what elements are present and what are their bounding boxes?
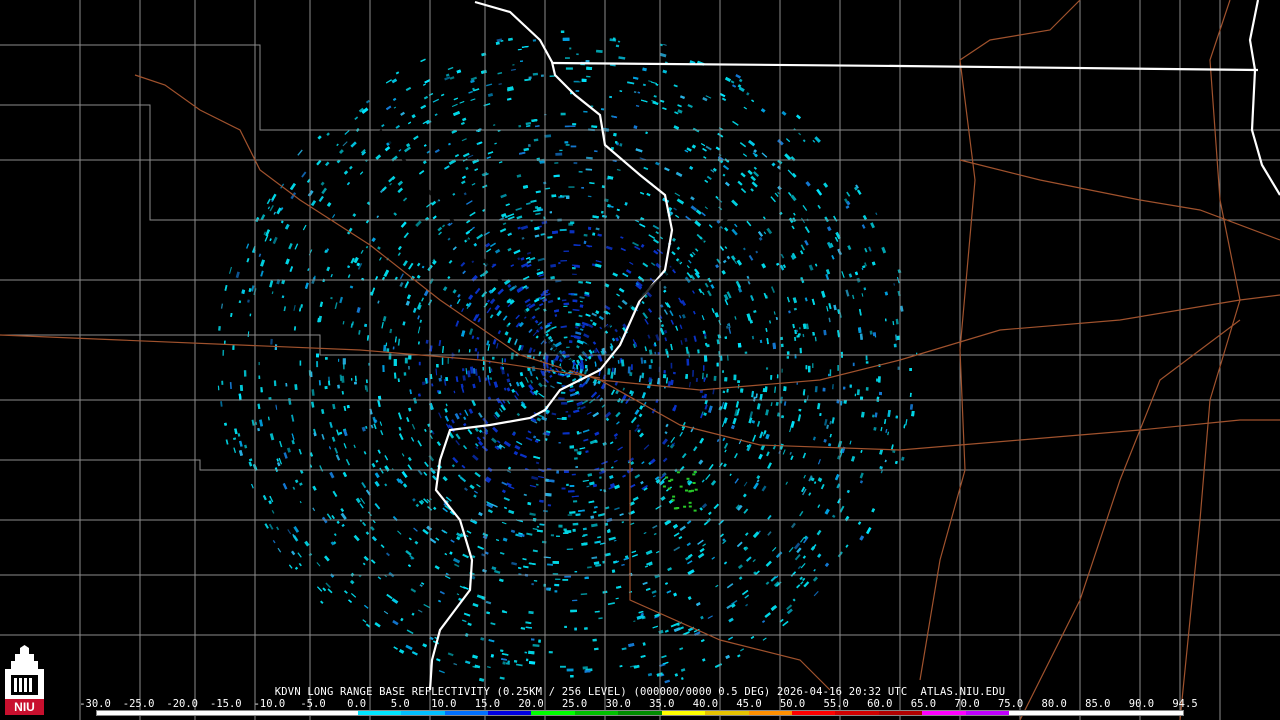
colorbar-segment xyxy=(97,711,141,715)
legend-tick: 90.0 xyxy=(1128,698,1155,710)
legend-tick: 80.0 xyxy=(1041,698,1067,710)
legend-tick: -15.0 xyxy=(209,698,242,710)
colorbar-segment xyxy=(401,711,445,715)
legend-tick: -5.0 xyxy=(300,698,326,710)
colorbar-segment xyxy=(792,711,836,715)
colorbar-segment xyxy=(705,711,749,715)
legend-tick: 70.0 xyxy=(954,698,980,710)
colorbar-segment xyxy=(922,711,966,715)
colorbar-segment xyxy=(444,711,488,715)
colorbar-segment xyxy=(357,711,402,715)
radar-site-marker xyxy=(561,359,573,371)
legend-tick: 10.0 xyxy=(431,698,457,710)
legend-tick: 60.0 xyxy=(867,698,893,710)
colorbar-segment xyxy=(1009,711,1053,715)
colorbar-segment xyxy=(227,711,271,715)
radar-map xyxy=(0,0,1280,720)
legend-tick: 35.0 xyxy=(649,698,675,710)
colorbar-segment xyxy=(487,711,532,715)
product-caption: KDVN LONG RANGE BASE REFLECTIVITY (0.25K… xyxy=(274,686,1006,698)
niu-tower-logo-icon: NIU xyxy=(5,645,44,715)
legend-tick: 50.0 xyxy=(779,698,806,710)
legend-tick: 5.0 xyxy=(390,698,410,710)
legend-tick: -25.0 xyxy=(122,698,155,710)
colorbar-segment xyxy=(835,711,879,715)
colorbar-segment xyxy=(1139,711,1183,715)
legend-tick: 55.0 xyxy=(823,698,849,710)
colorbar-segment xyxy=(878,711,923,715)
legend-tick: 40.0 xyxy=(692,698,719,710)
colorbar-segment xyxy=(314,711,358,715)
colorbar-segment xyxy=(574,711,619,715)
colorbar-segment xyxy=(1096,711,1140,715)
legend-tick: 94.5 xyxy=(1172,698,1198,710)
colorbar-segment xyxy=(965,711,1010,715)
legend-tick: 65.0 xyxy=(910,698,937,710)
legend-tick: 75.0 xyxy=(997,698,1024,710)
legend-tick: 45.0 xyxy=(736,698,762,710)
legend-tick: 20.0 xyxy=(518,698,544,710)
legend-tick: 0.0 xyxy=(347,698,367,710)
colorbar-segment xyxy=(748,711,792,715)
colorbar-segment xyxy=(140,711,184,715)
legend-tick: 30.0 xyxy=(605,698,631,710)
legend-tick: 85.0 xyxy=(1085,698,1111,710)
colorbar-segment xyxy=(618,711,662,715)
legend-tick: 15.0 xyxy=(474,698,501,710)
colorbar-segment xyxy=(531,711,575,715)
colorbar-segment xyxy=(661,711,706,715)
reflectivity-colorbar xyxy=(96,710,1184,716)
colorbar-segment xyxy=(1052,711,1097,715)
legend-tick: -10.0 xyxy=(253,698,286,710)
colorbar-segment xyxy=(270,711,315,715)
legend-tick: -20.0 xyxy=(166,698,198,710)
legend-tick-labels: -30.0 -25.0 -20.0 -15.0 -10.0 -5.0 0.0 5.0 10.0 1… xyxy=(79,698,1197,710)
legend-tick: 25.0 xyxy=(561,698,588,710)
colorbar-segment xyxy=(183,711,228,715)
legend-tick: -30.0 xyxy=(79,698,111,710)
